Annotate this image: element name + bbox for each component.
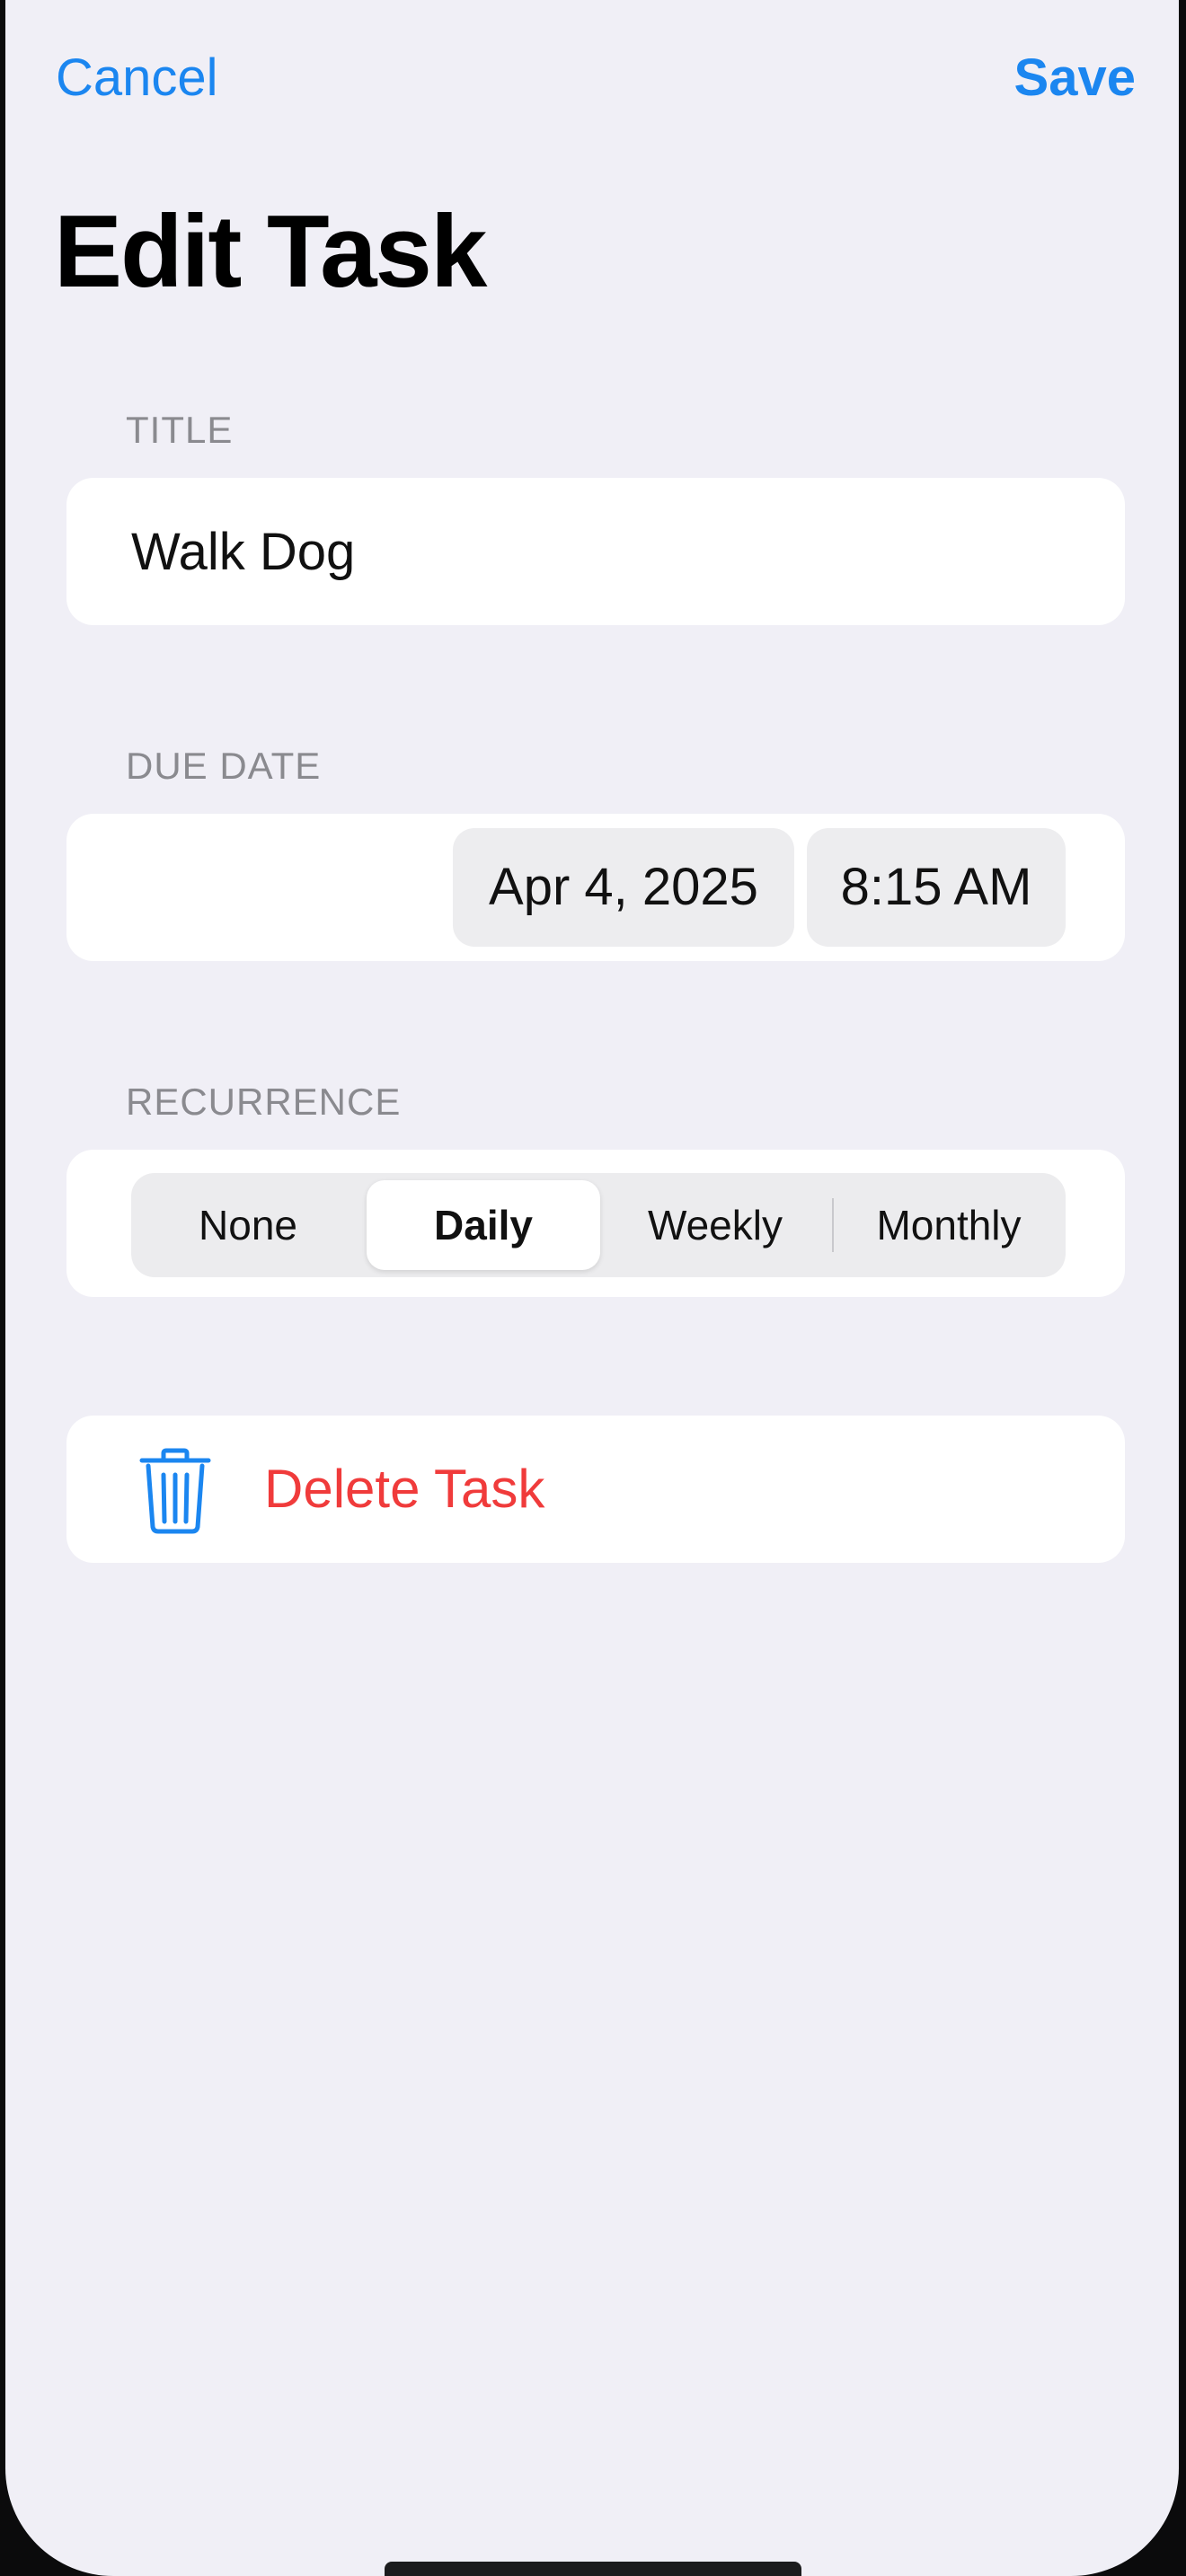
due-date-card: Apr 4, 2025 8:15 AM [66,814,1125,961]
recurrence-card: None Daily Weekly Monthly [66,1150,1125,1297]
due-date-section-label: DUE DATE [126,745,322,787]
save-button[interactable]: Save [1014,47,1136,110]
trash-icon [139,1448,211,1534]
time-picker-button[interactable]: 8:15 AM [807,828,1066,947]
recurrence-option-monthly[interactable]: Monthly [832,1173,1066,1277]
cancel-button[interactable]: Cancel [56,47,218,110]
recurrence-option-none[interactable]: None [131,1173,365,1277]
edit-task-sheet: Cancel Save Edit Task TITLE DUE DATE Apr… [5,0,1179,2576]
title-card [66,478,1125,625]
recurrence-option-weekly[interactable]: Weekly [598,1173,832,1277]
recurrence-segmented-control: None Daily Weekly Monthly [131,1173,1066,1277]
delete-task-button[interactable]: Delete Task [66,1416,1125,1563]
page-title: Edit Task [54,195,487,309]
delete-task-label: Delete Task [264,1459,545,1519]
title-input[interactable] [131,478,1084,625]
recurrence-option-daily[interactable]: Daily [367,1180,600,1270]
title-section-label: TITLE [126,409,234,451]
date-picker-button[interactable]: Apr 4, 2025 [453,828,794,947]
recurrence-section-label: RECURRENCE [126,1081,402,1123]
home-indicator [385,2562,801,2576]
